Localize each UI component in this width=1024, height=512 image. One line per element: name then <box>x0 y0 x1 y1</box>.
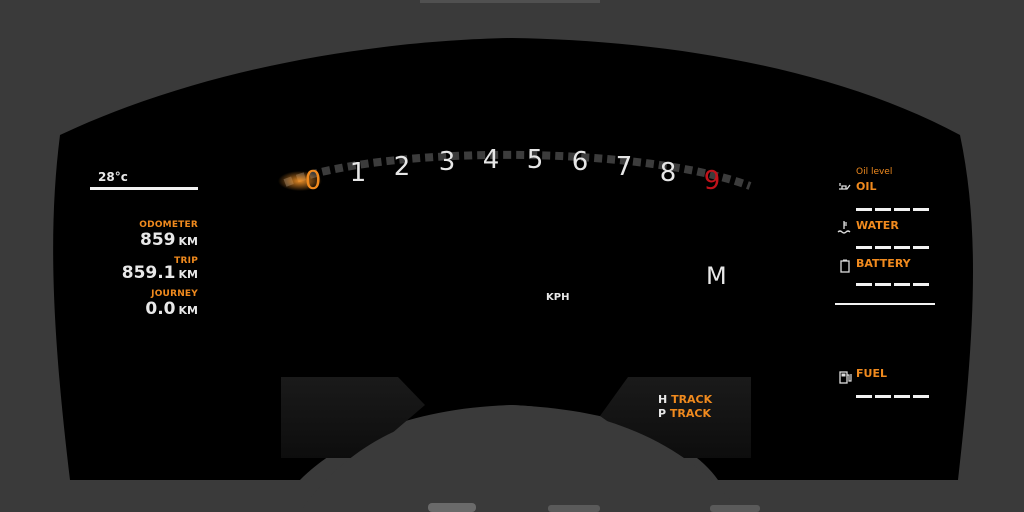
rpm-digit-2: 2 <box>393 152 411 182</box>
bottom-control-right <box>710 505 760 512</box>
odometer-readout: 859 KM <box>110 230 198 250</box>
battery-label: BATTERY <box>856 257 911 270</box>
water-temp-bar <box>856 234 932 249</box>
temp-divider <box>90 187 198 190</box>
coolant-temperature-icon <box>837 221 851 234</box>
fuel-pump-icon <box>839 371 852 384</box>
journey-readout: 0.0 KM <box>110 299 198 319</box>
fuel-bar <box>856 383 932 398</box>
handling-mode-value: TRACK <box>671 393 713 406</box>
rpm-digit-8: 8 <box>659 158 677 188</box>
rpm-digit-9: 9 <box>703 166 721 196</box>
trip-unit: KM <box>178 268 198 281</box>
fuel-label: FUEL <box>856 367 887 380</box>
oil-can-icon <box>839 183 851 190</box>
instrument-cluster: 28°c ODOMETER 859 KM TRIP 859.1 KM JOURNEY… <box>0 0 1024 512</box>
bottom-control-left <box>428 503 476 512</box>
odometer-unit: KM <box>178 235 198 248</box>
gear-indicator: M <box>706 262 727 290</box>
oil-level-bar <box>856 196 932 211</box>
rpm-digit-4: 4 <box>482 145 500 175</box>
journey-label: JOURNEY <box>151 289 198 299</box>
battery-icon <box>840 259 850 273</box>
gauges-divider <box>835 303 935 305</box>
rpm-digit-7: 7 <box>615 152 633 182</box>
handling-mode-key: H <box>658 393 668 406</box>
top-notch <box>420 0 600 3</box>
handling-mode: H TRACK <box>658 393 712 406</box>
speed-unit: KPH <box>546 292 570 303</box>
rpm-digit-1: 1 <box>349 158 367 188</box>
powertrain-mode: P TRACK <box>658 407 711 420</box>
rpm-digit-0: 0 <box>304 166 322 196</box>
oil-level-caption: Oil level <box>856 167 893 177</box>
battery-bar <box>856 271 932 286</box>
powertrain-mode-value: TRACK <box>669 407 711 420</box>
powertrain-mode-key: P <box>658 407 667 420</box>
bottom-control-center <box>548 505 600 512</box>
oil-label: OIL <box>856 180 877 193</box>
rpm-digit-6: 6 <box>571 147 589 177</box>
rpm-digit-3: 3 <box>438 147 456 177</box>
trip-value: 859.1 <box>121 263 176 283</box>
water-label: WATER <box>856 219 899 232</box>
odometer-label: ODOMETER <box>139 220 198 230</box>
trip-readout: 859.1 KM <box>100 263 198 283</box>
odometer-value: 859 <box>140 230 176 250</box>
journey-unit: KM <box>178 304 198 317</box>
outside-temperature: 28°c <box>98 170 128 184</box>
journey-value: 0.0 <box>145 299 176 319</box>
rpm-digit-5: 5 <box>526 145 544 175</box>
